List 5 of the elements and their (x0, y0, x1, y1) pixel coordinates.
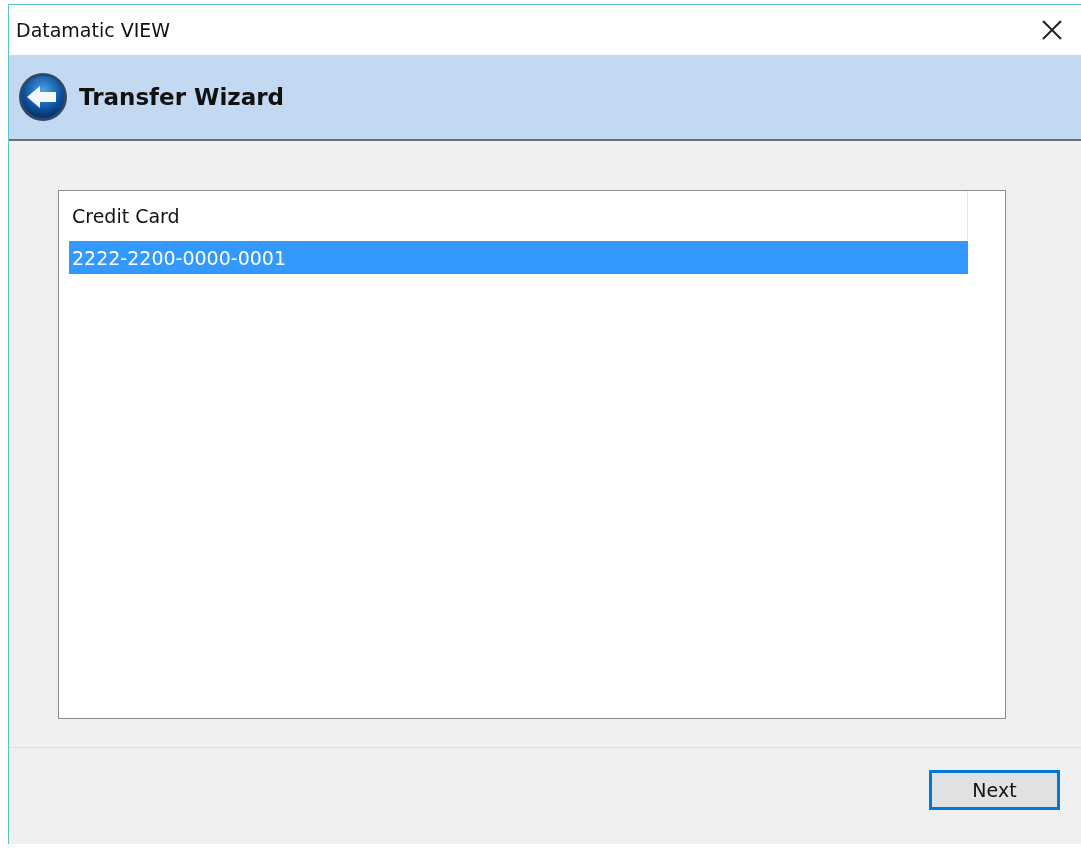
next-button[interactable]: Next (929, 770, 1060, 810)
close-icon[interactable] (1041, 19, 1063, 41)
column-header[interactable]: Credit Card (69, 205, 180, 227)
window-title: Datamatic VIEW (16, 19, 171, 41)
wizard-title: Transfer Wizard (79, 84, 284, 110)
